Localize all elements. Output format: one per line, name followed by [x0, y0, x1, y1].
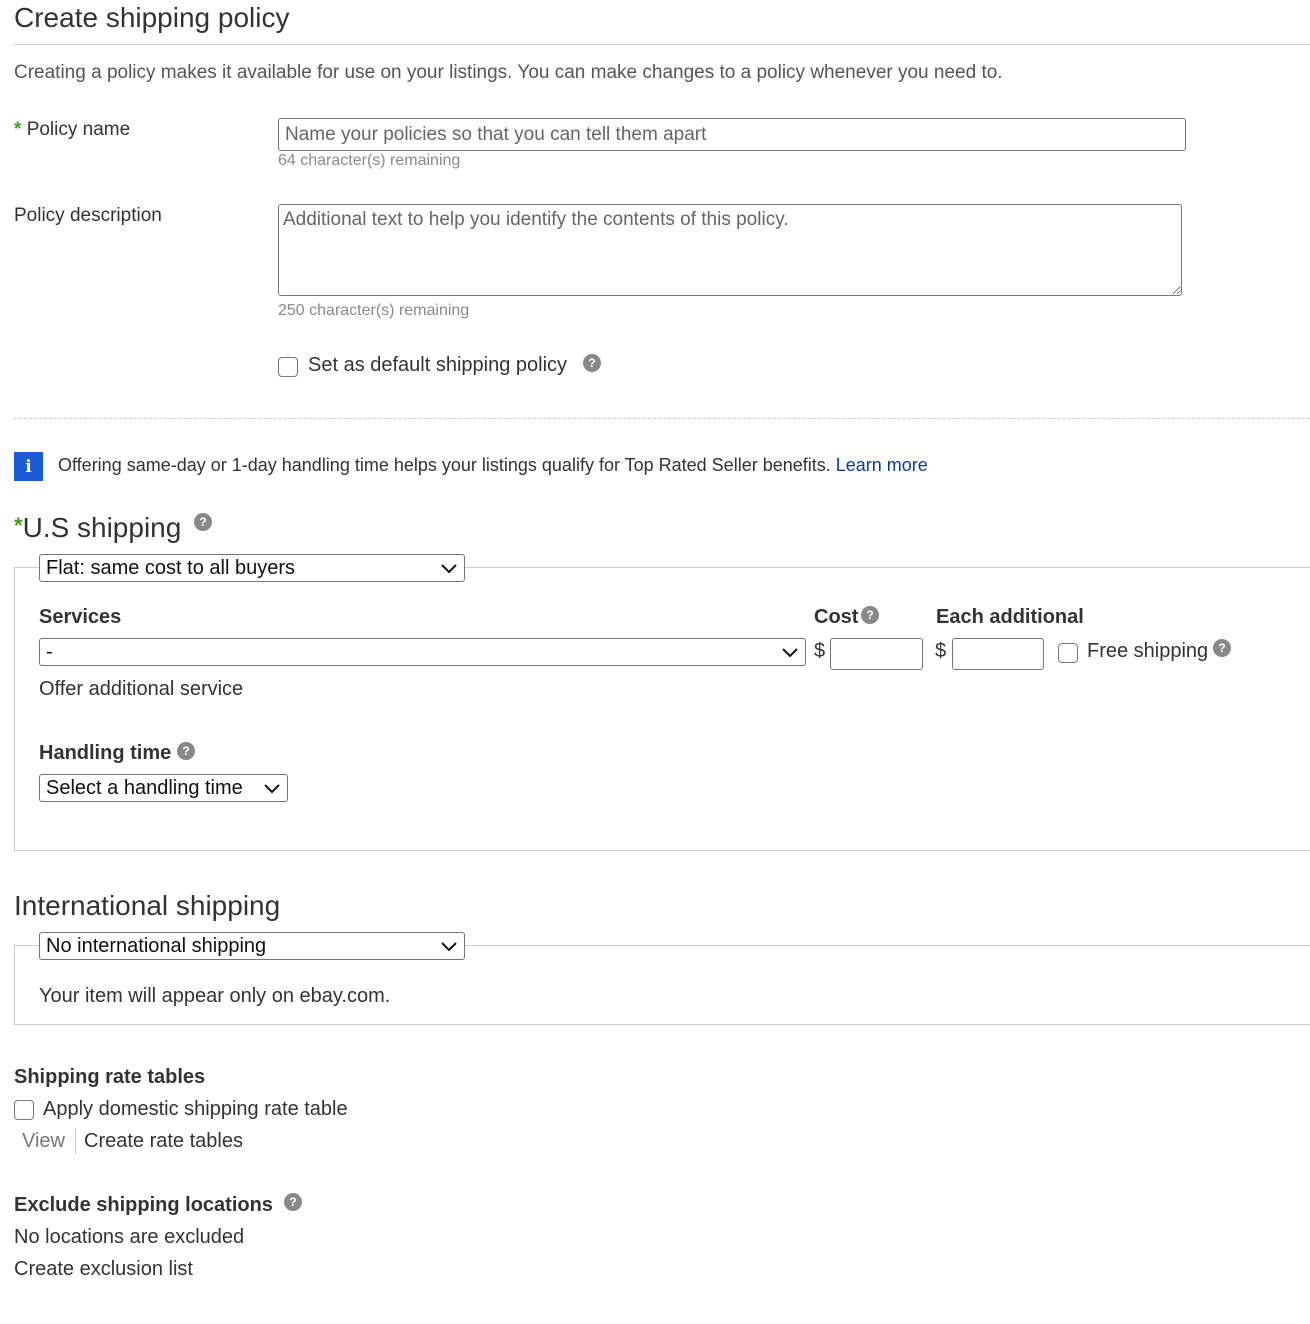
free-shipping-label: Free shipping	[1087, 640, 1209, 662]
policy-description-textarea[interactable]	[278, 204, 1182, 296]
info-banner-text: Offering same-day or 1-day handling time…	[58, 455, 831, 475]
international-shipping-heading: International shipping	[14, 890, 281, 921]
section-divider	[14, 418, 1310, 419]
policy-name-label: * Policy name	[14, 119, 130, 141]
help-icon[interactable]: ?	[194, 513, 212, 531]
us-shipping-heading: *U.S shipping	[14, 512, 181, 544]
help-icon[interactable]: ?	[284, 1193, 302, 1211]
handling-time-value: Select a handling time	[46, 776, 243, 799]
policy-name-input[interactable]	[278, 118, 1186, 151]
free-shipping-checkbox[interactable]	[1058, 643, 1078, 663]
each-additional-currency: $	[935, 640, 947, 662]
view-rate-tables: View	[22, 1130, 65, 1152]
us-shipping-type-value: Flat: same cost to all buyers	[46, 556, 295, 579]
info-banner: Offering same-day or 1-day handling time…	[58, 455, 928, 476]
required-marker: *	[14, 119, 22, 140]
required-marker: *	[14, 513, 23, 538]
apply-rate-table-label: Apply domestic shipping rate table	[43, 1098, 348, 1120]
exclude-locations-heading: Exclude shipping locations	[14, 1194, 273, 1216]
chevron-down-icon	[441, 564, 457, 574]
default-policy-label: Set as default shipping policy	[308, 354, 568, 376]
offer-additional-service-link[interactable]: Offer additional service	[39, 678, 243, 701]
exclusions-status: No locations are excluded	[14, 1226, 245, 1248]
policy-name-label-text: Policy name	[26, 119, 131, 140]
help-icon[interactable]: ?	[861, 606, 879, 624]
create-rate-tables-link[interactable]: Create rate tables	[84, 1130, 243, 1153]
chevron-down-icon	[264, 784, 280, 794]
chevron-down-icon	[782, 648, 798, 658]
cost-input[interactable]	[830, 638, 923, 670]
link-separator	[75, 1128, 76, 1154]
cost-currency: $	[814, 640, 826, 662]
us-shipping-type-select[interactable]: Flat: same cost to all buyers	[39, 554, 465, 582]
chevron-down-icon	[441, 942, 457, 952]
handling-time-label: Handling time	[39, 742, 172, 764]
policy-name-remaining: 64 character(s) remaining	[278, 152, 461, 169]
international-shipping-select[interactable]: No international shipping	[39, 932, 465, 960]
create-exclusion-list-link[interactable]: Create exclusion list	[14, 1258, 193, 1281]
page-intro: Creating a policy makes it available for…	[14, 62, 1003, 83]
info-icon: i	[14, 452, 43, 481]
learn-more-link[interactable]: Learn more	[836, 455, 928, 475]
policy-description-remaining: 250 character(s) remaining	[278, 302, 470, 319]
international-shipping-note: Your item will appear only on ebay.com.	[39, 985, 391, 1007]
each-additional-label: Each additional	[936, 606, 1084, 628]
help-icon[interactable]: ?	[177, 742, 195, 760]
title-divider	[14, 44, 1310, 45]
us-shipping-panel	[14, 567, 1310, 851]
us-shipping-heading-text: U.S shipping	[22, 512, 182, 543]
services-label: Services	[39, 606, 122, 628]
default-policy-checkbox[interactable]	[278, 357, 298, 377]
handling-time-select[interactable]: Select a handling time	[39, 774, 288, 802]
help-icon[interactable]: ?	[1213, 639, 1231, 657]
rate-tables-heading: Shipping rate tables	[14, 1066, 206, 1088]
help-icon[interactable]: ?	[583, 354, 601, 372]
international-shipping-value: No international shipping	[46, 934, 267, 957]
page-title: Create shipping policy	[14, 2, 290, 33]
cost-label: Cost	[814, 606, 859, 628]
service-select[interactable]: -	[39, 638, 806, 666]
policy-description-label: Policy description	[14, 205, 162, 226]
service-select-value: -	[46, 640, 53, 663]
apply-rate-table-checkbox[interactable]	[14, 1100, 34, 1120]
each-additional-input[interactable]	[952, 638, 1044, 670]
